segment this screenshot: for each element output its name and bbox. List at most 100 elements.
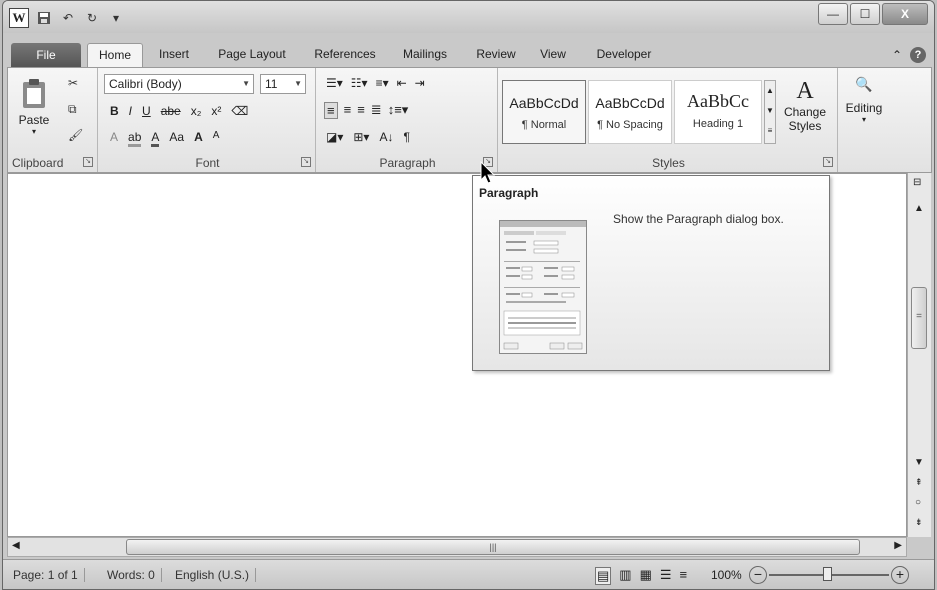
tab-review[interactable]: Review (469, 43, 523, 67)
close-button[interactable]: X (882, 3, 928, 25)
decrease-indent-icon[interactable]: ⇤ (397, 76, 407, 90)
font-family-value: Calibri (Body) (109, 77, 182, 91)
increase-indent-icon[interactable]: ⇥ (415, 76, 425, 90)
borders-icon[interactable]: ⊞▾ (353, 130, 369, 144)
font-launcher-icon[interactable]: ↘ (301, 157, 311, 167)
customize-qat-icon[interactable]: ▾ (107, 9, 125, 27)
grow-font-button[interactable]: A (194, 130, 203, 147)
tab-home[interactable]: Home (87, 43, 143, 67)
bold-button[interactable]: B (110, 104, 119, 118)
maximize-button[interactable]: ☐ (850, 3, 880, 25)
web-layout-icon[interactable]: ▦ (640, 567, 652, 585)
style-no-spacing[interactable]: AaBbCcDd ¶ No Spacing (588, 80, 672, 144)
bullets-icon[interactable]: ☰▾ (326, 76, 343, 90)
font-family-dropdown-icon[interactable]: ▼ (242, 75, 250, 93)
align-left-icon[interactable]: ≡ (324, 102, 338, 119)
paragraph-group-label: Paragraph (379, 156, 436, 170)
scroll-left-icon[interactable]: ◀ (12, 540, 20, 551)
undo-icon[interactable]: ↶ (59, 9, 77, 27)
scroll-down-icon[interactable]: ▼ (914, 457, 924, 468)
status-words[interactable]: Words: 0 (107, 568, 162, 582)
prev-page-icon[interactable]: ⇞ (915, 477, 923, 488)
cut-icon[interactable]: ✂ (68, 76, 78, 90)
align-center-icon[interactable]: ≡ (344, 102, 352, 119)
next-page-icon[interactable]: ⇟ (915, 517, 923, 528)
tab-page-layout[interactable]: Page Layout (209, 43, 295, 67)
sort-button[interactable]: A↓ (379, 130, 393, 144)
draft-icon[interactable]: ≡ (680, 567, 688, 585)
font-family-combo[interactable]: Calibri (Body) ▼ (104, 74, 254, 94)
styles-gallery-scroll[interactable]: ▲ ▼ ≡ (764, 80, 776, 144)
full-screen-reading-icon[interactable]: ▥ (619, 567, 631, 585)
editing-button[interactable]: 🔍 Editing ▾ (842, 76, 886, 124)
superscript-button[interactable]: x² (211, 104, 221, 118)
styles-group: AaBbCcDd ¶ Normal AaBbCcDd ¶ No Spacing … (500, 68, 838, 172)
minimize-ribbon-icon[interactable]: ⌃ (892, 48, 902, 62)
style-normal[interactable]: AaBbCcDd ¶ Normal (502, 80, 586, 144)
status-language[interactable]: English (U.S.) (175, 568, 257, 582)
numbering-icon[interactable]: ☷▾ (351, 76, 368, 90)
zoom-in-button[interactable]: + (891, 566, 909, 584)
highlight-button[interactable]: ab (128, 130, 142, 147)
tooltip-description: Show the Paragraph dialog box. (613, 212, 784, 226)
font-color-row: A ab A Aa A A (110, 130, 219, 147)
paste-dropdown-icon[interactable]: ▾ (14, 127, 54, 136)
repeat-icon[interactable]: ↻ (83, 9, 101, 27)
underline-button[interactable]: U (142, 104, 151, 118)
text-effects-button[interactable]: A (110, 130, 118, 147)
vertical-scroll-thumb[interactable]: = (911, 287, 927, 349)
align-right-icon[interactable]: ≡ (357, 102, 365, 119)
scroll-up-icon[interactable]: ▲ (914, 203, 924, 214)
line-spacing-icon[interactable]: ↕≡▾ (388, 102, 409, 119)
tab-file[interactable]: File (11, 43, 81, 67)
paste-button[interactable]: Paste ▾ (14, 74, 54, 150)
paste-label: Paste (18, 113, 50, 127)
zoom-out-button[interactable]: − (749, 566, 767, 584)
zoom-slider-thumb[interactable] (823, 567, 832, 581)
change-styles-button[interactable]: A Change Styles (780, 78, 830, 133)
tab-view[interactable]: View (533, 43, 573, 67)
save-icon[interactable] (35, 9, 53, 27)
multilevel-list-icon[interactable]: ≡▾ (376, 76, 389, 90)
help-icon[interactable]: ? (910, 47, 926, 63)
style-heading-1[interactable]: AaBbCc Heading 1 (674, 80, 762, 144)
horizontal-scrollbar[interactable]: ◀ ||| ▶ (7, 537, 907, 557)
tab-insert[interactable]: Insert (149, 43, 199, 67)
show-hide-button[interactable]: ¶ (403, 130, 409, 144)
subscript-button[interactable]: x₂ (191, 104, 202, 118)
outline-icon[interactable]: ☰ (660, 567, 672, 585)
select-browse-object-icon[interactable]: ○ (915, 497, 921, 508)
word-logo-icon[interactable]: W (9, 8, 29, 28)
editing-label: Editing (845, 101, 883, 115)
shading-icon[interactable]: ◪▾ (326, 130, 343, 144)
zoom-level[interactable]: 100% (711, 568, 742, 582)
status-bar: Page: 1 of 1 Words: 0 English (U.S.) ▤ ▥… (3, 559, 934, 589)
vertical-scrollbar[interactable]: ⊟ ▲ = ▼ ⇞ ○ ⇟ (907, 173, 931, 537)
tab-mailings[interactable]: Mailings (393, 43, 457, 67)
strikethrough-button[interactable]: abe (161, 104, 181, 118)
copy-icon[interactable]: ⧉ (68, 102, 77, 117)
change-styles-icon: A (796, 78, 814, 104)
scroll-right-icon[interactable]: ▶ (894, 540, 902, 551)
view-ruler-icon[interactable]: ⊟ (913, 177, 921, 188)
format-painter-icon[interactable]: 🖌 (68, 128, 83, 142)
change-styles-label: Change (783, 105, 827, 119)
tab-developer[interactable]: Developer (587, 43, 661, 67)
zoom-slider[interactable] (769, 567, 889, 581)
status-page[interactable]: Page: 1 of 1 (13, 568, 85, 582)
styles-launcher-icon[interactable]: ↘ (823, 157, 833, 167)
tab-references[interactable]: References (305, 43, 385, 67)
clipboard-launcher-icon[interactable]: ↘ (83, 157, 93, 167)
justify-icon[interactable]: ≣ (371, 102, 382, 119)
change-case-button[interactable]: Aa (169, 130, 184, 147)
font-size-combo[interactable]: 11 ▼ (260, 74, 306, 94)
minimize-button[interactable]: — (818, 3, 848, 25)
font-color-button[interactable]: A (151, 130, 160, 147)
shrink-font-button[interactable]: A (213, 130, 220, 147)
clear-formatting-icon[interactable]: ⌫ (231, 104, 248, 118)
horizontal-scroll-thumb[interactable]: ||| (126, 539, 860, 555)
italic-button[interactable]: I (129, 104, 132, 118)
font-group-label: Font (195, 156, 220, 170)
font-size-dropdown-icon[interactable]: ▼ (294, 75, 302, 93)
print-layout-icon[interactable]: ▤ (595, 567, 612, 585)
